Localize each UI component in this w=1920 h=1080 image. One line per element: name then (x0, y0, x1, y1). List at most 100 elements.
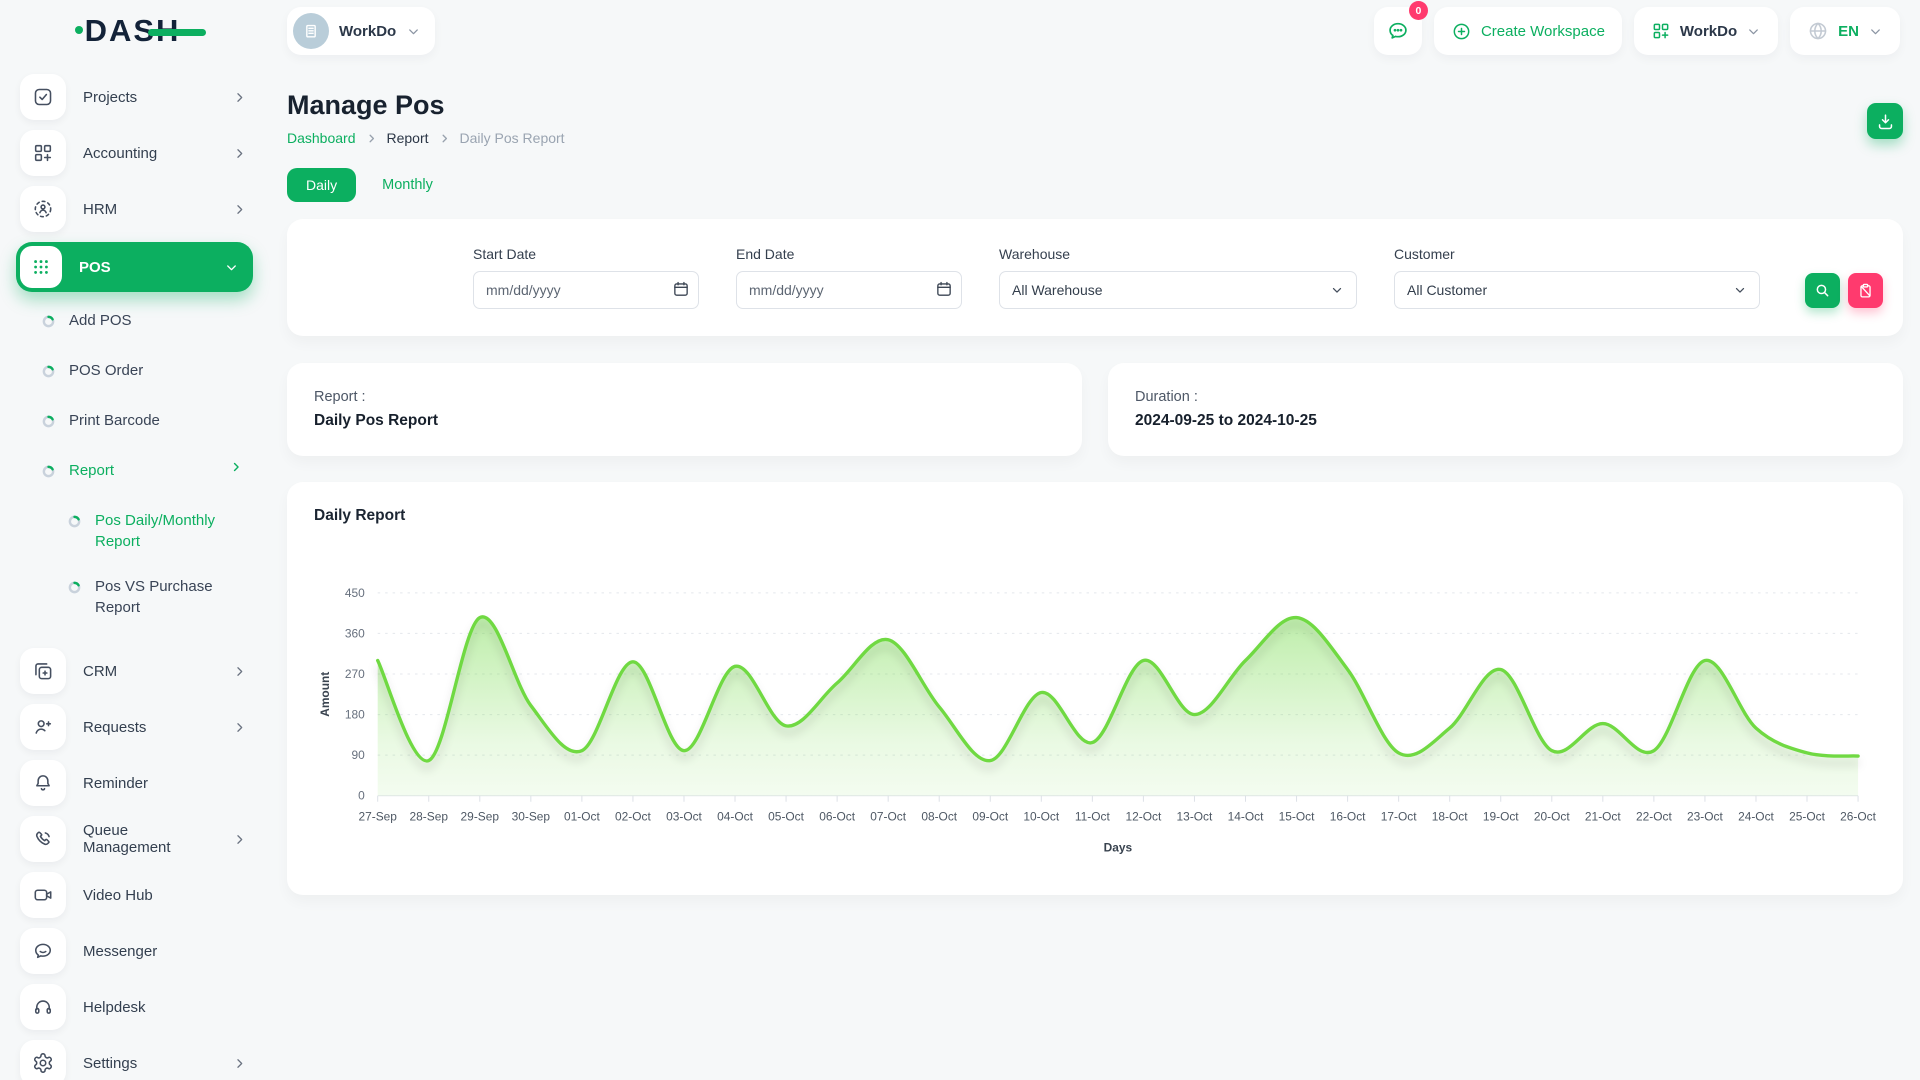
svg-text:26-Oct: 26-Oct (1840, 810, 1876, 824)
svg-text:22-Oct: 22-Oct (1636, 810, 1672, 824)
create-workspace-label: Create Workspace (1481, 23, 1605, 40)
language-code: EN (1838, 23, 1859, 40)
chevron-right-icon (232, 832, 247, 847)
donut-bullet-icon (42, 313, 55, 334)
pos-submenu: Add POS POS Order Print Barcode Report (20, 302, 247, 648)
end-date-field: End Date (736, 246, 962, 309)
svg-text:02-Oct: 02-Oct (615, 810, 651, 824)
sidebar-item-crm[interactable]: CRM (20, 648, 247, 694)
search-icon (1814, 282, 1831, 299)
end-date-label: End Date (736, 246, 962, 262)
gear-icon (20, 1040, 66, 1080)
workspace-selector[interactable]: WorkDo (287, 7, 435, 55)
sidebar-item-reminder[interactable]: Reminder (20, 760, 247, 806)
download-button[interactable] (1867, 103, 1903, 139)
duration-value: 2024-09-25 to 2024-10-25 (1135, 412, 1876, 430)
chat-bubble-icon (20, 928, 66, 974)
tab-daily[interactable]: Daily (287, 168, 356, 202)
filter-actions (1805, 246, 1883, 309)
messages-badge: 0 (1409, 1, 1428, 20)
sidebar-item-settings[interactable]: Settings (20, 1040, 247, 1080)
svg-text:28-Sep: 28-Sep (410, 810, 449, 824)
submenu-item-add-pos[interactable]: Add POS (42, 310, 247, 334)
svg-text:12-Oct: 12-Oct (1126, 810, 1162, 824)
reset-filter-button[interactable] (1848, 273, 1883, 308)
breadcrumb-current: Daily Pos Report (460, 130, 565, 146)
chevron-right-icon (232, 202, 247, 217)
donut-bullet-icon (42, 463, 55, 484)
workdo-menu-button[interactable]: WorkDo (1634, 7, 1778, 55)
warehouse-select[interactable]: All Warehouse (999, 271, 1357, 309)
workspace-name: WorkDo (339, 23, 396, 40)
brand-logo[interactable]: DASH (0, 13, 265, 49)
report-label: Report : (314, 389, 1055, 405)
svg-text:07-Oct: 07-Oct (870, 810, 906, 824)
area-chart-svg: 09018027036045027-Sep28-Sep29-Sep30-Sep0… (314, 557, 1876, 875)
chevron-down-icon (406, 24, 421, 39)
tab-monthly[interactable]: Monthly (382, 177, 433, 193)
chevron-down-icon (1330, 283, 1344, 297)
start-date-label: Start Date (473, 246, 699, 262)
svg-text:270: 270 (345, 667, 365, 681)
svg-text:20-Oct: 20-Oct (1534, 810, 1570, 824)
customer-select[interactable]: All Customer (1394, 271, 1760, 309)
daily-report-chart: 09018027036045027-Sep28-Sep29-Sep30-Sep0… (314, 557, 1876, 875)
svg-text:23-Oct: 23-Oct (1687, 810, 1723, 824)
end-date-input[interactable] (736, 271, 962, 309)
svg-text:450: 450 (345, 586, 365, 600)
svg-text:16-Oct: 16-Oct (1330, 810, 1366, 824)
copy-plus-icon (20, 648, 66, 694)
sidebar-item-pos[interactable]: POS (16, 242, 253, 292)
customer-label: Customer (1394, 246, 1760, 262)
chat-icon (1386, 19, 1410, 43)
chevron-right-icon (232, 90, 247, 105)
donut-bullet-icon (68, 579, 81, 600)
submenu-item-report[interactable]: Report (42, 460, 247, 484)
top-bar: DASH WorkDo 0 Create Workspace (0, 0, 1920, 62)
sidebar-item-projects[interactable]: Projects (20, 74, 247, 120)
sidebar-item-requests[interactable]: Requests (20, 704, 247, 750)
svg-text:29-Sep: 29-Sep (461, 810, 500, 824)
page-title: Manage Pos (287, 90, 1903, 121)
sidebar-item-hrm[interactable]: HRM (20, 186, 247, 232)
breadcrumb: Dashboard Report Daily Pos Report (287, 130, 1903, 146)
breadcrumb-dashboard[interactable]: Dashboard (287, 130, 356, 146)
messages-button[interactable]: 0 (1374, 7, 1422, 55)
apply-filter-button[interactable] (1805, 273, 1840, 308)
duration-summary-card: Duration : 2024-09-25 to 2024-10-25 (1108, 363, 1903, 456)
grid-plus-icon (1651, 21, 1671, 41)
sidebar-item-helpdesk[interactable]: Helpdesk (20, 984, 247, 1030)
warehouse-selected-value: All Warehouse (1012, 282, 1103, 298)
submenu-item-print-barcode[interactable]: Print Barcode (42, 410, 247, 434)
sidebar-item-messenger[interactable]: Messenger (20, 928, 247, 974)
svg-text:17-Oct: 17-Oct (1381, 810, 1417, 824)
svg-text:05-Oct: 05-Oct (768, 810, 804, 824)
svg-text:30-Sep: 30-Sep (512, 810, 551, 824)
svg-text:08-Oct: 08-Oct (921, 810, 957, 824)
chevron-right-icon (232, 720, 247, 735)
customer-field: Customer All Customer (1394, 246, 1760, 309)
sidebar-item-queue-management[interactable]: Queue Management (20, 816, 247, 862)
submenu-item-pos-vs-purchase-report[interactable]: Pos VS Purchase Report (68, 576, 247, 618)
svg-text:11-Oct: 11-Oct (1075, 810, 1111, 824)
create-workspace-button[interactable]: Create Workspace (1434, 7, 1622, 55)
chevron-down-icon (1746, 24, 1761, 39)
breadcrumb-report[interactable]: Report (387, 130, 429, 146)
phone-call-icon (20, 816, 66, 862)
sidebar-item-video-hub[interactable]: Video Hub (20, 872, 247, 918)
chevron-right-icon (438, 132, 451, 145)
customer-selected-value: All Customer (1407, 282, 1487, 298)
svg-text:90: 90 (351, 748, 365, 762)
language-selector[interactable]: EN (1790, 7, 1900, 55)
chevron-right-icon (232, 1056, 247, 1071)
submenu-item-pos-order[interactable]: POS Order (42, 360, 247, 384)
chevron-right-icon (229, 460, 243, 474)
chevron-right-icon (232, 664, 247, 679)
filter-card: Start Date End Date Wareho (287, 219, 1903, 336)
sidebar-item-accounting[interactable]: Accounting (20, 130, 247, 176)
start-date-input[interactable] (473, 271, 699, 309)
chevron-right-icon (232, 146, 247, 161)
submenu-item-pos-daily-monthly-report[interactable]: Pos Daily/Monthly Report (68, 510, 247, 552)
donut-bullet-icon (42, 413, 55, 434)
workdo-menu-label: WorkDo (1680, 23, 1737, 40)
